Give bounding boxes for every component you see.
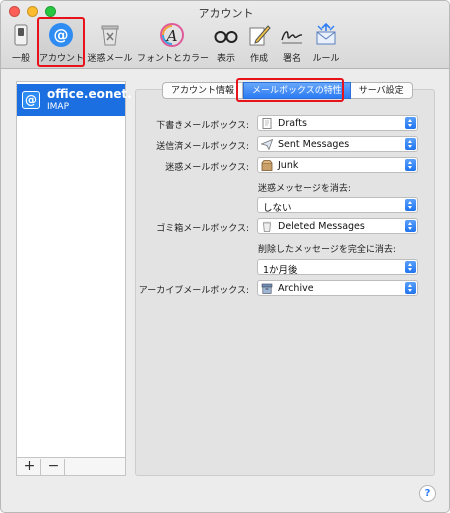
toolbar-fonts-colors-label: フォントとカラー <box>137 54 210 64</box>
trash-erase-popup[interactable]: 1か月後 <box>257 259 418 276</box>
toolbar-viewing[interactable]: 表示 <box>211 19 241 67</box>
paper-plane-icon <box>261 139 273 150</box>
tab-highlight-frame <box>236 78 344 102</box>
archive-mailbox-value: Archive <box>278 283 314 294</box>
trash-mailbox-label: ゴミ箱メールボックス: <box>156 224 249 234</box>
add-account-button[interactable]: + <box>19 459 41 475</box>
tab-account-info[interactable]: アカウント情報 <box>162 82 244 99</box>
signature-icon <box>281 31 303 44</box>
trash-can-icon <box>263 221 271 232</box>
toolbar-composing-label: 作成 <box>249 54 268 64</box>
account-list-controls: + − <box>16 457 126 476</box>
junk-erase-value: しない <box>263 203 292 214</box>
document-icon <box>262 118 272 129</box>
toolbar-fonts-colors[interactable]: A フォントとカラー <box>137 19 210 67</box>
toolbar-signatures-label: 署名 <box>282 54 301 64</box>
drafts-mailbox-label: 下書きメールボックス: <box>156 121 249 131</box>
toolbar: アカウント 一般 @ アカウント 迷惑メール A フォントとカラー 表示 作成 … <box>1 1 449 69</box>
archive-mailbox-popup[interactable]: Archive <box>257 280 418 296</box>
svg-text:A: A <box>165 27 178 45</box>
toolbar-accounts-label: アカウント <box>39 54 85 64</box>
junk-mailbox-popup[interactable]: Junk <box>257 157 418 173</box>
trash-erase-label: 削除したメッセージを完全に消去: <box>258 245 396 255</box>
toolbar-signatures[interactable]: 署名 <box>277 19 307 67</box>
account-at-icon: @ <box>22 91 40 109</box>
sent-mailbox-popup[interactable]: Sent Messages <box>257 136 418 152</box>
toolbar-general[interactable]: 一般 <box>3 19 39 67</box>
chevron-updown-icon <box>405 159 416 171</box>
trash-mailbox-value: Deleted Messages <box>278 221 365 232</box>
chevron-updown-icon <box>405 199 416 211</box>
junk-box-icon <box>261 160 273 171</box>
toolbar-accounts[interactable]: @ アカウント <box>37 17 85 67</box>
font-color-icon: A <box>160 23 184 47</box>
preferences-window: アカウント 一般 @ アカウント 迷惑メール A フォントとカラー 表示 作成 … <box>0 0 450 513</box>
account-list: @ office.eonet. IMAP <box>16 81 132 476</box>
drafts-mailbox-popup[interactable]: Drafts <box>257 115 418 131</box>
trash-mailbox-popup[interactable]: Deleted Messages <box>257 218 418 234</box>
rules-envelope-icon <box>316 22 336 45</box>
chevron-updown-icon <box>405 220 416 232</box>
toolbar-junk[interactable]: 迷惑メール <box>87 19 133 67</box>
at-icon: @ <box>49 23 73 47</box>
account-type: IMAP <box>47 102 70 112</box>
trash-erase-value: 1か月後 <box>263 265 298 276</box>
sent-mailbox-label: 送信済メールボックス: <box>156 142 249 152</box>
toolbar-viewing-label: 表示 <box>216 54 235 64</box>
tab-server-settings[interactable]: サーバ設定 <box>350 82 413 99</box>
junk-mailbox-label: 迷惑メールボックス: <box>165 163 249 173</box>
remove-account-button[interactable]: − <box>43 459 65 475</box>
sent-mailbox-value: Sent Messages <box>278 139 350 150</box>
junk-mailbox-value: Junk <box>278 160 299 171</box>
chevron-updown-icon <box>405 261 416 273</box>
toolbar-composing[interactable]: 作成 <box>244 19 274 67</box>
chevron-updown-icon <box>405 282 416 294</box>
drafts-mailbox-value: Drafts <box>278 118 307 129</box>
archive-mailbox-label: アーカイブメールボックス: <box>138 286 249 296</box>
svg-text:@: @ <box>54 26 69 44</box>
account-name: office.eonet. <box>47 87 132 101</box>
toolbar-rules[interactable]: ルール <box>310 19 342 67</box>
glasses-icon <box>214 31 238 43</box>
toolbar-junk-label: 迷惑メール <box>87 54 133 64</box>
junk-erase-label: 迷惑メッセージを消去: <box>258 184 351 194</box>
switch-icon <box>14 24 28 46</box>
junk-erase-popup[interactable]: しない <box>257 197 418 214</box>
archive-box-icon <box>261 283 273 294</box>
trash-x-icon <box>101 25 119 46</box>
toolbar-general-label: 一般 <box>11 54 30 64</box>
account-row-office[interactable]: @ office.eonet. IMAP <box>17 84 132 116</box>
chevron-updown-icon <box>405 117 416 129</box>
help-button[interactable]: ? <box>419 485 436 502</box>
compose-pencil-icon <box>249 25 271 46</box>
toolbar-rules-label: ルール <box>312 54 340 64</box>
chevron-updown-icon <box>405 138 416 150</box>
